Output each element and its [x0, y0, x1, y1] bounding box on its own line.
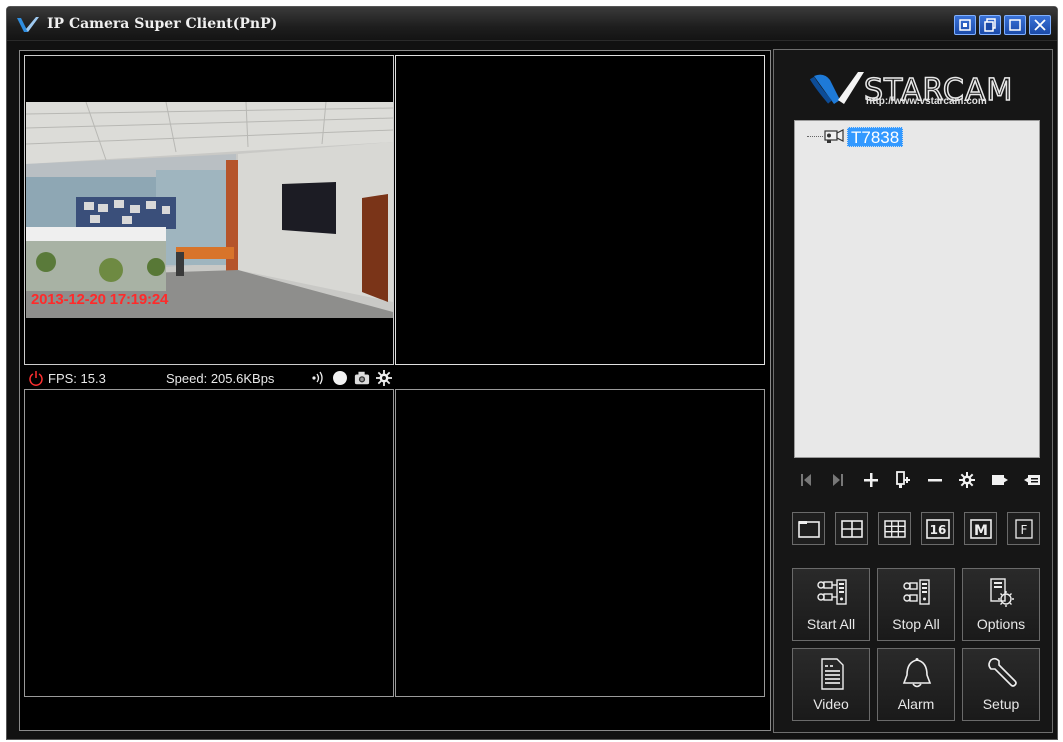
device-settings-icon[interactable]	[957, 470, 977, 490]
video-cell-2[interactable]	[395, 55, 765, 365]
minimize-button[interactable]	[979, 15, 1001, 35]
stop-all-button[interactable]: Stop All	[877, 568, 955, 641]
camera-status-bar: FPS: 15.3 Speed: 205.6KBps	[24, 368, 764, 388]
video-cell-1[interactable]: 2013-12-20 17:19:24	[24, 55, 394, 365]
fps-readout: FPS: 15.3	[48, 370, 106, 386]
video-file-icon	[821, 658, 844, 690]
single-view-icon[interactable]	[792, 512, 825, 545]
tree-connector	[807, 136, 823, 137]
video-cell-3[interactable]	[24, 389, 394, 697]
sixteen-view-icon[interactable]: 16	[921, 512, 954, 545]
options-icon	[990, 578, 1014, 607]
window-controls	[954, 15, 1051, 35]
quad-view-icon[interactable]	[835, 512, 868, 545]
audio-icon[interactable]	[310, 370, 326, 386]
device-tree[interactable]: T7838	[794, 120, 1040, 458]
logo-url: http://www.vstarcam.com	[866, 96, 987, 107]
add-device-icon[interactable]	[861, 470, 881, 490]
stop-all-label: Stop All	[892, 616, 940, 632]
settings-gear-icon[interactable]	[376, 370, 392, 386]
setup-button[interactable]: Setup	[962, 648, 1040, 721]
device-tree-item[interactable]: T7838	[847, 127, 904, 147]
close-button[interactable]	[1029, 15, 1051, 35]
bell-icon	[902, 658, 932, 688]
remove-device-icon[interactable]	[925, 470, 945, 490]
stop-all-icon	[903, 579, 930, 605]
window-title: IP Camera Super Client(PnP)	[47, 16, 278, 32]
setup-label: Setup	[982, 696, 1020, 712]
svg-text:F: F	[1020, 523, 1027, 537]
power-icon[interactable]	[28, 370, 44, 386]
video-label: Video	[813, 696, 849, 712]
ip-camera-icon	[824, 129, 844, 143]
view-layout-toolbar: 16 M F	[792, 512, 1040, 546]
svg-text:M: M	[974, 523, 988, 539]
video-cell-4[interactable]	[395, 389, 765, 697]
snapshot-camera-icon[interactable]	[354, 370, 370, 386]
nine-view-icon[interactable]	[878, 512, 911, 545]
export-icon[interactable]	[990, 470, 1010, 490]
speed-readout: Speed: 205.6KBps	[166, 370, 275, 386]
wrench-icon	[988, 657, 1017, 687]
start-all-label: Start All	[806, 616, 856, 632]
action-buttons: Start All Stop All Options Video Alarm S…	[792, 568, 1040, 726]
record-icon[interactable]	[332, 370, 348, 386]
video-grid: 2013-12-20 17:19:24 FPS: 15.3 Speed: 205…	[19, 50, 771, 731]
alarm-label: Alarm	[897, 696, 935, 712]
control-panel: STARCAM http://www.vstarcam.com T7838 16…	[773, 49, 1053, 733]
app-logo-icon	[17, 17, 39, 32]
import-icon[interactable]	[1022, 470, 1042, 490]
start-all-button[interactable]: Start All	[792, 568, 870, 641]
options-button[interactable]: Options	[962, 568, 1040, 641]
video-timestamp: 2013-12-20 17:19:24	[31, 291, 169, 308]
start-all-icon	[817, 579, 847, 605]
maximize-button[interactable]	[1004, 15, 1026, 35]
alarm-button[interactable]: Alarm	[877, 648, 955, 721]
fullscreen-icon[interactable]: F	[1007, 512, 1040, 545]
first-device-icon[interactable]	[796, 470, 816, 490]
title-bar[interactable]: IP Camera Super Client(PnP)	[7, 7, 1057, 41]
device-toolbar	[796, 468, 1042, 492]
video-button[interactable]: Video	[792, 648, 870, 721]
next-device-icon[interactable]	[828, 470, 848, 490]
main-window: IP Camera Super Client(PnP) 2013-12-20 1…	[6, 6, 1058, 740]
m-view-icon[interactable]: M	[964, 512, 997, 545]
add-group-icon[interactable]	[893, 470, 913, 490]
options-label: Options	[976, 616, 1026, 632]
camera-feed-image	[26, 102, 393, 318]
restore-small-icon[interactable]	[954, 15, 976, 35]
svg-text:16: 16	[929, 523, 946, 537]
